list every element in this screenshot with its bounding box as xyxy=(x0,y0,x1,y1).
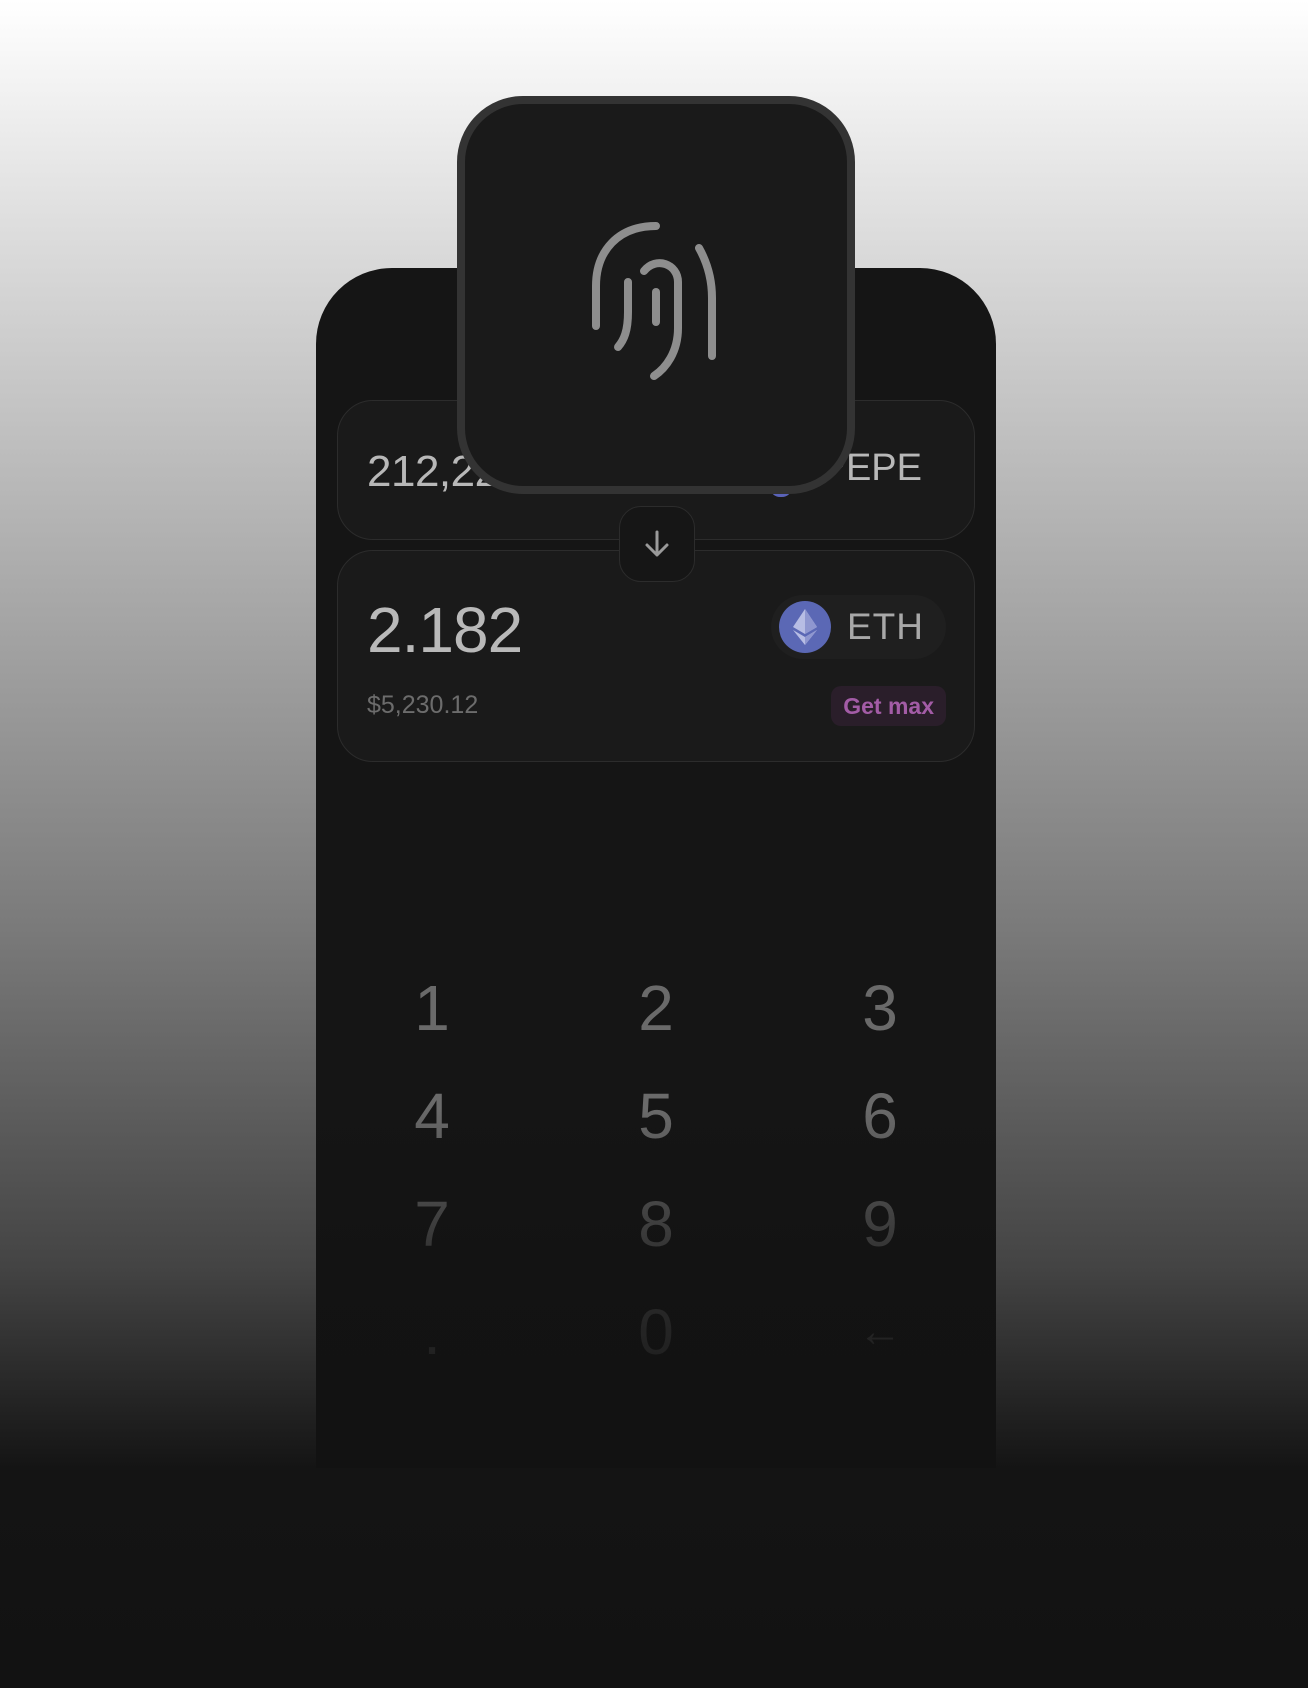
key-1[interactable]: 1 xyxy=(372,968,492,1048)
to-usd-value: $5,230.12 xyxy=(367,691,479,719)
to-token-symbol: ETH xyxy=(847,606,924,647)
swap-direction-button[interactable] xyxy=(619,506,695,582)
biometric-auth-modal[interactable] xyxy=(457,96,855,494)
arrow-down-icon xyxy=(645,530,669,557)
token-select-button[interactable]: ETH xyxy=(771,595,946,659)
ethereum-icon xyxy=(779,601,831,653)
get-max-button[interactable]: Get max xyxy=(831,686,946,726)
fingerprint-icon xyxy=(592,222,716,380)
bottom-fade xyxy=(316,1108,996,1468)
to-amount[interactable]: 2.182 xyxy=(367,593,523,667)
key-2[interactable]: 2 xyxy=(596,968,716,1048)
key-3[interactable]: 3 xyxy=(820,968,940,1048)
